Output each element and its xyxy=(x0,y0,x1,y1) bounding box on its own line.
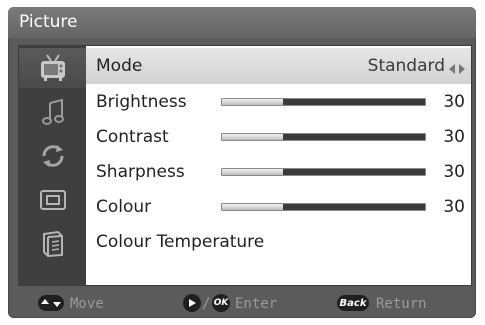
back-key-icon: Back xyxy=(337,295,369,311)
menu-titlebar: Picture xyxy=(8,7,476,38)
menu-item-contrast[interactable]: Contrast 30 xyxy=(86,119,471,155)
key-hint-footer: Move / OK Enter Back Return xyxy=(8,290,476,318)
menu-content: Mode Standard Brightness 30 Contrast 30 … xyxy=(18,45,472,286)
contrast-value: 30 xyxy=(443,127,465,147)
menu-rows: Mode Standard Brightness 30 Contrast 30 … xyxy=(86,46,471,285)
up-down-keys-icon xyxy=(38,295,64,311)
menu-title: Picture xyxy=(19,12,78,32)
move-hint: Move xyxy=(70,296,104,312)
contrast-slider-fill xyxy=(222,134,283,140)
menu-item-colour[interactable]: Colour 30 xyxy=(86,189,471,225)
mode-label: Mode xyxy=(96,56,143,76)
screen-icon[interactable] xyxy=(19,180,86,220)
contrast-label: Contrast xyxy=(96,127,169,147)
sharpness-slider[interactable] xyxy=(221,168,426,176)
menu-item-sharpness[interactable]: Sharpness 30 xyxy=(86,154,471,190)
colour-temperature-label: Colour Temperature xyxy=(96,232,265,252)
colour-label: Colour xyxy=(96,197,152,217)
sharpness-value: 30 xyxy=(443,162,465,182)
sharpness-slider-fill xyxy=(222,169,283,175)
menu-item-colour-temperature[interactable]: Colour Temperature xyxy=(86,224,471,260)
menu-item-brightness[interactable]: Brightness 30 xyxy=(86,84,471,120)
tv-icon[interactable] xyxy=(19,48,86,88)
ok-key-icon: OK xyxy=(212,294,230,312)
refresh-icon[interactable] xyxy=(19,136,86,176)
brightness-value: 30 xyxy=(443,92,465,112)
book-icon[interactable] xyxy=(19,224,86,264)
music-note-icon[interactable] xyxy=(19,92,86,132)
brightness-slider-fill xyxy=(222,99,283,105)
slash-separator: / xyxy=(202,296,211,312)
colour-value: 30 xyxy=(443,197,465,217)
brightness-label: Brightness xyxy=(96,92,187,112)
left-right-arrows-icon[interactable] xyxy=(449,59,465,79)
enter-hint: Enter xyxy=(235,296,278,312)
colour-slider-fill xyxy=(222,204,283,210)
return-hint: Return xyxy=(376,296,427,312)
right-key-icon xyxy=(183,294,201,312)
colour-slider[interactable] xyxy=(221,203,426,211)
brightness-slider[interactable] xyxy=(221,98,426,106)
sharpness-label: Sharpness xyxy=(96,162,185,182)
contrast-slider[interactable] xyxy=(221,133,426,141)
menu-item-mode[interactable]: Mode Standard xyxy=(86,48,471,84)
mode-value: Standard xyxy=(367,56,445,76)
category-sidebar xyxy=(19,46,86,285)
picture-osd-menu: Picture Mode Standard Brightness 30 Cont… xyxy=(8,7,476,318)
